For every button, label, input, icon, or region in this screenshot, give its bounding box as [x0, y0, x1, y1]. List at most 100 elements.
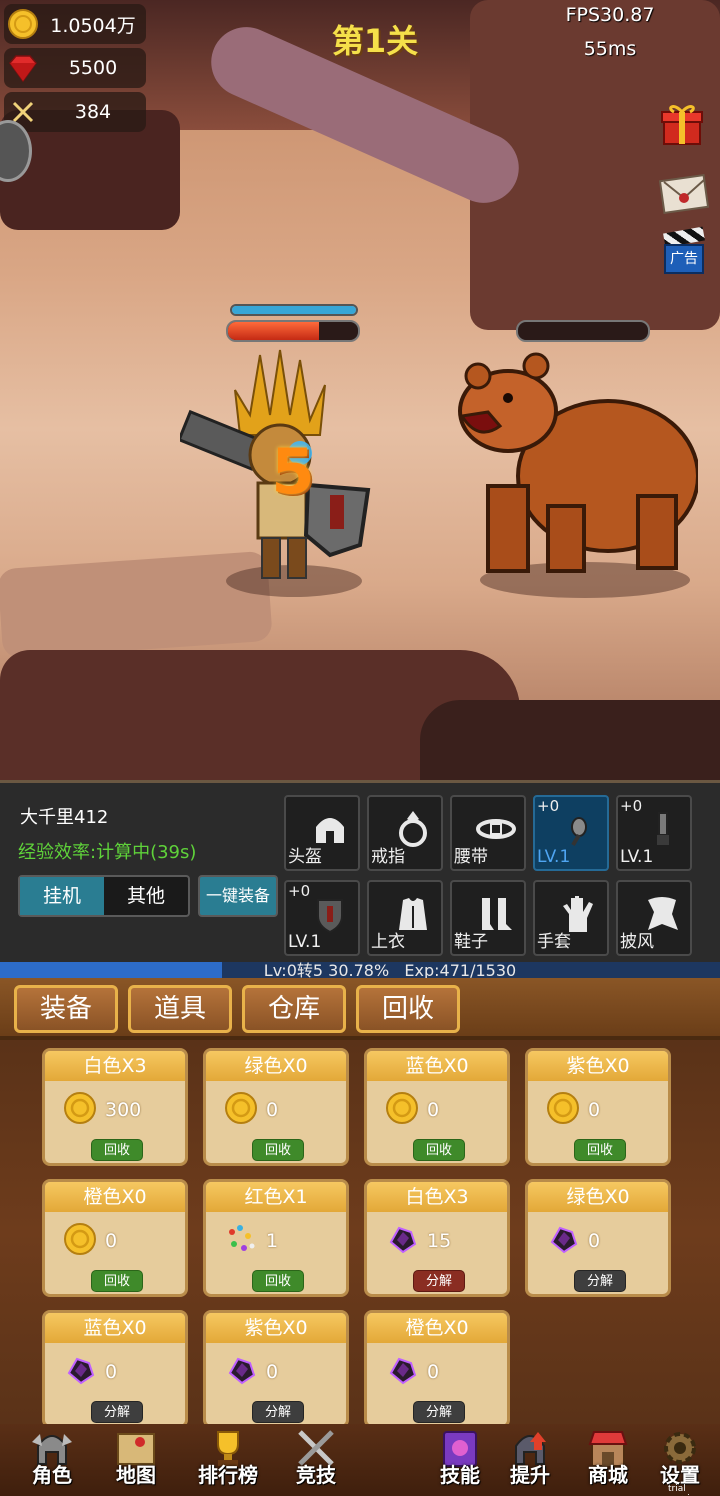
nav-label: 商城	[588, 1463, 628, 1487]
ad-clapper-button[interactable]: 广告	[660, 226, 712, 280]
fps-readout: FPS30.87	[565, 4, 655, 26]
auto-equip-button[interactable]: 一键装备	[198, 875, 278, 917]
nav-label: 提升	[510, 1463, 550, 1487]
dark-crystal-icon	[546, 1222, 580, 1260]
dark-crystal-icon	[385, 1353, 419, 1391]
recycle-grid: 白色X3 300 回收 绿色X0 0 回收 蓝色X0 0 回收 紫色X0 0 回收 橙色X0 0 回收 红色X…	[0, 1040, 720, 1428]
recycle-button[interactable]: 分解	[91, 1401, 143, 1423]
slot-label: 鞋子	[454, 932, 488, 952]
hero-hp-fill	[228, 322, 319, 340]
hero-mp-bar	[230, 304, 358, 316]
tab-idle[interactable]: 挂机	[20, 877, 104, 915]
recycle-reward: 0	[224, 1092, 279, 1127]
recycle-reward: 0	[385, 1091, 440, 1129]
dark-crystal-icon	[385, 1222, 419, 1260]
recycle-reward: 0	[63, 1355, 117, 1389]
equip-slot[interactable]: +0 LV.1	[284, 880, 360, 956]
recycle-card: 紫色X0 0 回收	[525, 1048, 671, 1166]
recycle-button[interactable]: 分解	[413, 1270, 465, 1292]
foreground-rocks-right	[420, 700, 720, 780]
nav-item[interactable]: 技能	[420, 1424, 500, 1496]
nav-item[interactable]: 角色	[12, 1424, 92, 1496]
equip-slot[interactable]: 头盔	[284, 795, 360, 871]
tab-items[interactable]: 道具	[128, 985, 232, 1033]
recycle-card: 橙色X0 0 分解	[364, 1310, 510, 1428]
recycle-reward-value: 0	[427, 1099, 440, 1121]
slot-label: 戒指	[371, 847, 405, 867]
gem-shards-icon	[224, 1222, 258, 1260]
nav-label: 地图	[116, 1463, 156, 1487]
gold-coin-icon	[385, 1091, 419, 1129]
hero-mp-fill	[232, 306, 356, 314]
recycle-button[interactable]: 回收	[252, 1270, 304, 1292]
recycle-card-title: 红色X1	[206, 1182, 346, 1212]
recycle-card: 红色X1 1 回收	[203, 1179, 349, 1297]
slot-enhance: +0	[620, 797, 643, 815]
recycle-reward-value: 0	[266, 1361, 279, 1383]
slot-label: LV.1	[288, 932, 322, 952]
nav-item[interactable]: 排行榜	[188, 1424, 268, 1496]
recycle-button[interactable]: 分解	[574, 1270, 626, 1292]
recycle-button[interactable]: 回收	[91, 1270, 143, 1292]
nav-item[interactable]: 商城	[568, 1424, 648, 1496]
recycle-card-title: 紫色X0	[528, 1051, 668, 1081]
ping-readout: 55ms	[583, 38, 637, 60]
tab-equipment[interactable]: 装备	[14, 985, 118, 1033]
power-value: 384	[74, 101, 112, 123]
equip-slot[interactable]: +0 LV.1	[533, 795, 609, 871]
recycle-reward-value: 0	[105, 1230, 118, 1252]
recycle-reward: 15	[385, 1224, 451, 1258]
nav-item[interactable]: 地图	[96, 1424, 176, 1496]
nav-label: 技能	[440, 1463, 480, 1487]
recycle-reward: 0	[63, 1223, 118, 1258]
gem-value: 5500	[68, 57, 118, 79]
nav-item[interactable]: 提升	[490, 1424, 570, 1496]
exp-rate-value: 计算中(39s)	[96, 842, 197, 863]
equip-slot[interactable]: +0 LV.1	[616, 795, 692, 871]
recycle-card: 紫色X0 0 分解	[203, 1310, 349, 1428]
recycle-reward: 0	[385, 1355, 439, 1389]
recycle-card: 蓝色X0 0 分解	[42, 1310, 188, 1428]
nav-item[interactable]: 竞技	[276, 1424, 356, 1496]
mail-envelope-icon[interactable]	[658, 168, 710, 220]
gold-coin-icon	[6, 7, 40, 41]
recycle-button[interactable]: 分解	[413, 1401, 465, 1423]
recycle-reward-value: 300	[105, 1099, 142, 1121]
damage-number: 5	[271, 435, 315, 508]
slot-label: 披风	[620, 932, 654, 952]
recycle-button[interactable]: 回收	[91, 1139, 143, 1161]
gold-value: 1.0504万	[50, 14, 136, 37]
tab-recycle[interactable]: 回收	[356, 985, 460, 1033]
bear-enemy[interactable]	[448, 346, 698, 586]
recycle-button[interactable]: 回收	[574, 1139, 626, 1161]
recycle-button[interactable]: 回收	[252, 1139, 304, 1161]
recycle-card: 绿色X0 0 回收	[203, 1048, 349, 1166]
slot-label: LV.1	[537, 847, 571, 867]
recycle-reward-value: 15	[427, 1230, 452, 1252]
recycle-reward: 300	[63, 1092, 142, 1127]
equip-slot[interactable]: 腰带	[450, 795, 526, 871]
recycle-reward-value: 1	[266, 1230, 279, 1252]
slot-enhance: +0	[288, 882, 311, 900]
recycle-button[interactable]: 分解	[252, 1401, 304, 1423]
gift-box-icon[interactable]	[656, 98, 708, 150]
recycle-button[interactable]: 回收	[413, 1139, 465, 1161]
tab-warehouse[interactable]: 仓库	[242, 985, 346, 1033]
equip-slot[interactable]: 鞋子	[450, 880, 526, 956]
recycle-card-title: 白色X3	[45, 1051, 185, 1081]
exp-rate: 经验效率:计算中(39s)	[18, 838, 196, 864]
equip-slot[interactable]: 披风	[616, 880, 692, 956]
battle-scene: 1.0504万 5500 384 第1关 FPS30.87 55ms 广告 5	[0, 0, 720, 780]
equip-slot[interactable]: 上衣	[367, 880, 443, 956]
recycle-card-title: 绿色X0	[206, 1051, 346, 1081]
recycle-reward-value: 0	[266, 1099, 279, 1121]
recycle-card: 白色X3 300 回收	[42, 1048, 188, 1166]
nav-label: 角色	[32, 1463, 72, 1487]
equip-slot[interactable]: 戒指	[367, 795, 443, 871]
equip-slot[interactable]: 手套	[533, 880, 609, 956]
gold-counter: 1.0504万	[4, 4, 146, 44]
tab-other[interactable]: 其他	[104, 877, 188, 915]
nav-label: 竞技	[296, 1463, 336, 1487]
recycle-reward: 0	[224, 1355, 278, 1389]
slot-enhance: +0	[537, 797, 560, 815]
